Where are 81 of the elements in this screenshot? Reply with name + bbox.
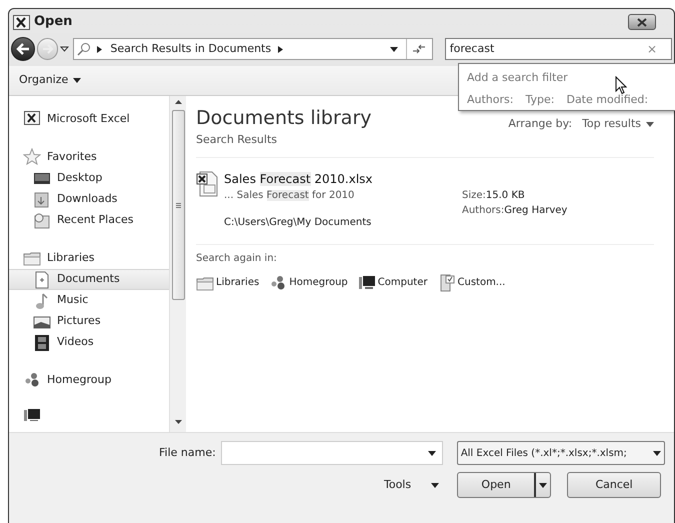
- nav-item[interactable]: Pictures: [9, 311, 169, 332]
- scrollbar-thumb[interactable]: [172, 110, 184, 300]
- caret-icon: [646, 122, 654, 127]
- address-path[interactable]: Search Results in Documents: [110, 40, 272, 58]
- search-location-button[interactable]: Homegroup: [269, 274, 348, 292]
- size-value: 15.0 KB: [486, 188, 525, 202]
- spreadsheet-file-icon: [196, 170, 218, 198]
- authors-value: Greg Harvey: [504, 204, 568, 218]
- scroll-up-icon[interactable]: [174, 100, 182, 104]
- caret-icon: [652, 450, 661, 456]
- file-snippet: ... Sales Forecast for 2010: [224, 188, 356, 202]
- file-name: Sales Forecast 2010.xlsx: [224, 170, 374, 188]
- grip-icon: [176, 202, 180, 208]
- nav-item[interactable]: Videos: [9, 332, 169, 353]
- nav-item[interactable]: Music: [9, 290, 169, 311]
- refresh-arrows-icon: [412, 44, 426, 54]
- nav-item[interactable]: Recent Places: [9, 210, 169, 231]
- caret-icon: [73, 78, 82, 83]
- library-subtitle: Search Results: [196, 132, 278, 148]
- nav-item[interactable]: Downloads: [9, 189, 169, 210]
- back-button[interactable]: [11, 37, 35, 61]
- window-title: Open: [34, 13, 72, 32]
- search-icon: [77, 42, 92, 56]
- clock-folder-icon: [33, 212, 51, 230]
- search-filter[interactable]: Date modified:: [566, 92, 648, 108]
- computer-icon: [358, 274, 376, 292]
- custom-location-icon: [438, 274, 456, 292]
- history-caret-icon[interactable]: [60, 46, 70, 52]
- cancel-button[interactable]: Cancel: [567, 472, 662, 498]
- file-path: C:\Users\Greg\My Documents: [224, 216, 372, 230]
- scroll-down-icon[interactable]: [174, 420, 182, 424]
- arrange-label: Arrange by:: [508, 116, 572, 132]
- address-bar[interactable]: Search Results in Documents: [73, 38, 433, 60]
- nav-item[interactable]: Libraries: [9, 247, 169, 269]
- nav-item[interactable]: Homegroup: [9, 369, 169, 391]
- file-type-dropdown[interactable]: All Excel Files (*.xl*;*.xlsx;*.xlsm;: [456, 441, 665, 465]
- nav-item[interactable]: Desktop: [9, 168, 169, 189]
- nav-item[interactable]: Favorites: [9, 146, 169, 168]
- chevron-icon: [97, 46, 102, 52]
- organize-button[interactable]: Organize: [17, 72, 84, 89]
- file-name-field[interactable]: [220, 441, 443, 465]
- document-icon: [33, 270, 51, 288]
- caret-icon: [428, 450, 436, 456]
- chevron-icon: [278, 46, 284, 52]
- authors-label: Authors:: [462, 204, 504, 218]
- film-icon: [33, 334, 51, 352]
- search-location-button[interactable]: Computer: [358, 274, 428, 292]
- folder-icon: [33, 190, 51, 208]
- search-text: forecast: [450, 40, 496, 57]
- open-button[interactable]: Open: [457, 472, 552, 498]
- clear-search-button[interactable]: ×: [646, 40, 657, 58]
- nav-item[interactable]: Documents: [9, 269, 169, 290]
- excel-icon: [13, 14, 30, 30]
- back-arrow-icon: [16, 43, 30, 55]
- search-result[interactable]: Sales Forecast 2010.xlsx ... Sales Forecast for 2010 C:\Users\Greg\My Documents Size:15.0 KB Authors:Greg Harvey: [196, 158, 654, 244]
- library-title: Documents library: [196, 106, 372, 130]
- scrollbar[interactable]: [169, 96, 186, 432]
- arrange-dropdown[interactable]: Top results: [582, 116, 654, 132]
- search-again-label: Search again in:: [196, 252, 278, 266]
- close-button[interactable]: [628, 14, 656, 30]
- filter-hint: Add a search filter: [467, 71, 568, 84]
- caret-icon: [539, 482, 548, 488]
- search-location-button[interactable]: Custom...: [438, 274, 506, 292]
- star-icon: [23, 148, 41, 166]
- search-filter[interactable]: Type:: [525, 92, 554, 108]
- computer-icon: [23, 407, 41, 421]
- file-name-label: File name:: [159, 444, 216, 461]
- mouse-pointer-icon: [615, 76, 627, 95]
- excel-icon: [23, 110, 41, 128]
- search-field[interactable]: forecast ×: [444, 38, 672, 60]
- people-icon: [23, 371, 41, 389]
- tools-button[interactable]: Tools: [384, 476, 440, 494]
- forward-arrow-icon: [42, 44, 54, 54]
- caret-icon: [431, 482, 440, 488]
- nav-item[interactable]: Microsoft Excel: [9, 108, 169, 130]
- dropdown-caret-icon[interactable]: [390, 46, 398, 52]
- search-filter[interactable]: Authors:: [467, 92, 514, 108]
- size-label: Size:: [462, 188, 486, 202]
- search-location-button[interactable]: Libraries: [196, 274, 260, 292]
- people-icon: [269, 274, 288, 292]
- close-icon: [636, 18, 648, 26]
